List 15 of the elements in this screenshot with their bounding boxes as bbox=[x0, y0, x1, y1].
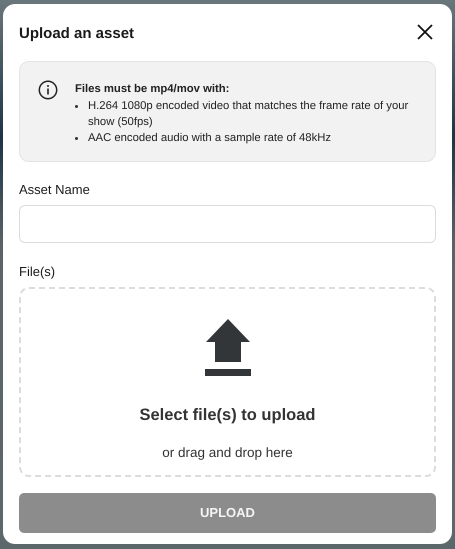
close-icon[interactable] bbox=[416, 23, 434, 41]
bullet-icon bbox=[75, 105, 78, 108]
notice-item: AAC encoded audio with a sample rate of 48kHz bbox=[88, 131, 332, 146]
notice-item: H.264 1080p encoded video that matches the frame rate of your show (50fps) bbox=[88, 99, 410, 130]
notice-heading: Files must be mp4/mov with: bbox=[75, 82, 230, 97]
file-dropzone[interactable]: Select file(s) to upload or drag and drop here bbox=[19, 287, 436, 477]
field-label: Asset Name bbox=[19, 181, 91, 199]
dropzone-prompt: Select file(s) to upload bbox=[139, 405, 316, 426]
field-label: File(s) bbox=[19, 262, 56, 281]
asset-name-field[interactable] bbox=[19, 204, 436, 242]
upload-icon bbox=[204, 319, 252, 377]
dropzone-hint: or drag and drop here bbox=[162, 444, 293, 462]
info-icon bbox=[38, 80, 58, 100]
bullet-icon bbox=[75, 137, 78, 140]
dialog-title: Upload an asset bbox=[19, 24, 134, 44]
